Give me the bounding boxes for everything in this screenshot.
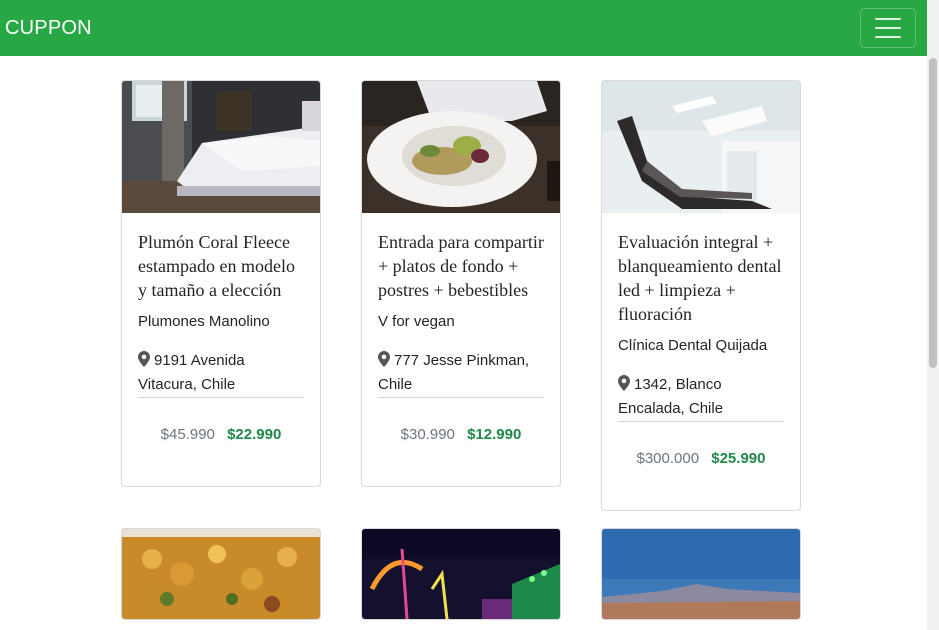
deal-address: 1342, Blanco Encalada, Chile	[618, 373, 784, 422]
deal-address-text: 1342, Blanco Encalada, Chile	[618, 376, 724, 417]
deal-vendor: Clínica Dental Quijada	[618, 337, 768, 354]
deal-address: 9191 Avenida Vitacura, Chile	[138, 349, 304, 398]
original-price: $30.990	[400, 426, 455, 443]
discount-price: $12.990	[467, 426, 522, 443]
deal-card[interactable]	[361, 528, 561, 620]
mountain-landscape-photo[interactable]	[602, 529, 800, 619]
deal-card[interactable]: Entrada para compartir + platos de fondo…	[361, 80, 561, 487]
scrollbar-thumb[interactable]	[929, 58, 937, 368]
original-price: $45.990	[160, 426, 215, 443]
hamburger-icon	[875, 27, 901, 29]
deal-card[interactable]	[121, 528, 321, 620]
deals-grid: Plumón Coral Fleece estampado en modelo …	[121, 80, 801, 620]
deal-card[interactable]: Plumón Coral Fleece estampado en modelo …	[121, 80, 321, 487]
deal-title[interactable]: Entrada para compartir + platos de fondo…	[378, 230, 544, 302]
hamburger-icon	[875, 18, 901, 20]
deal-address: 777 Jesse Pinkman, Chile	[378, 349, 544, 398]
deal-card[interactable]: Evaluación integral + blanqueamiento den…	[601, 80, 801, 511]
dental-chair-photo[interactable]	[602, 81, 800, 213]
deal-prices: $300.000 $25.990	[618, 448, 784, 486]
menu-toggle-button[interactable]	[860, 8, 916, 48]
deal-title[interactable]: Evaluación integral + blanqueamiento den…	[618, 230, 784, 326]
brand-logo[interactable]: CUPPON	[5, 17, 92, 40]
map-marker-icon	[378, 351, 390, 367]
page-scrollbar[interactable]	[927, 0, 939, 630]
hamburger-icon	[875, 36, 901, 38]
night-fair-photo[interactable]	[362, 529, 560, 619]
map-marker-icon	[618, 375, 630, 391]
discount-price: $22.990	[227, 426, 282, 443]
chickpea-dish-photo[interactable]	[122, 529, 320, 619]
deal-prices: $30.990 $12.990	[378, 424, 544, 462]
discount-price: $25.990	[711, 450, 766, 467]
original-price: $300.000	[636, 450, 700, 467]
map-marker-icon	[138, 351, 150, 367]
deal-vendor: V for vegan	[378, 313, 455, 330]
deal-title[interactable]: Plumón Coral Fleece estampado en modelo …	[138, 230, 304, 302]
top-navbar: CUPPON	[0, 0, 927, 56]
deal-prices: $45.990 $22.990	[138, 424, 304, 462]
salad-plate-photo[interactable]	[362, 81, 560, 213]
deal-address-text: 777 Jesse Pinkman, Chile	[378, 352, 530, 393]
deal-vendor: Plumones Manolino	[138, 313, 270, 330]
bedroom-photo[interactable]	[122, 81, 320, 213]
deal-card[interactable]	[601, 528, 801, 620]
deal-address-text: 9191 Avenida Vitacura, Chile	[138, 352, 245, 393]
